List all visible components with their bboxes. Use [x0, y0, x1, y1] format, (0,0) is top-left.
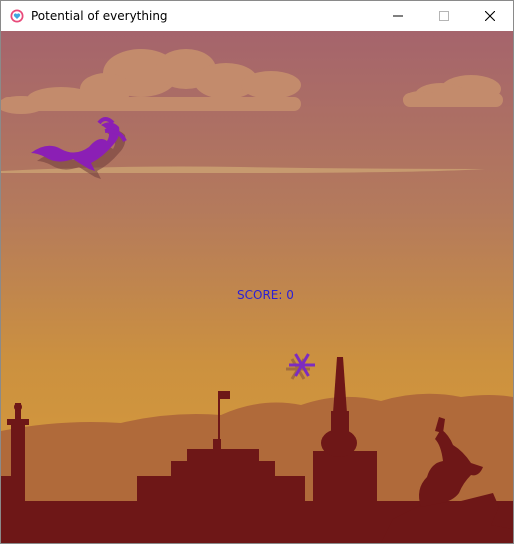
maximize-button[interactable] — [421, 1, 467, 31]
close-icon — [485, 11, 495, 21]
close-button[interactable] — [467, 1, 513, 31]
maximize-icon — [439, 11, 449, 21]
app-heart-icon — [10, 9, 24, 23]
title-bar[interactable]: Potential of everything — [1, 1, 513, 31]
game-canvas[interactable]: SCORE: 0 — [1, 31, 513, 543]
game-background — [1, 31, 513, 543]
game-window: Potential of everything SCORE: 0 — [0, 0, 514, 544]
minimize-icon — [393, 15, 403, 17]
score-label: SCORE: 0 — [237, 288, 294, 302]
window-title: Potential of everything — [31, 9, 168, 23]
minimize-button[interactable] — [375, 1, 421, 31]
